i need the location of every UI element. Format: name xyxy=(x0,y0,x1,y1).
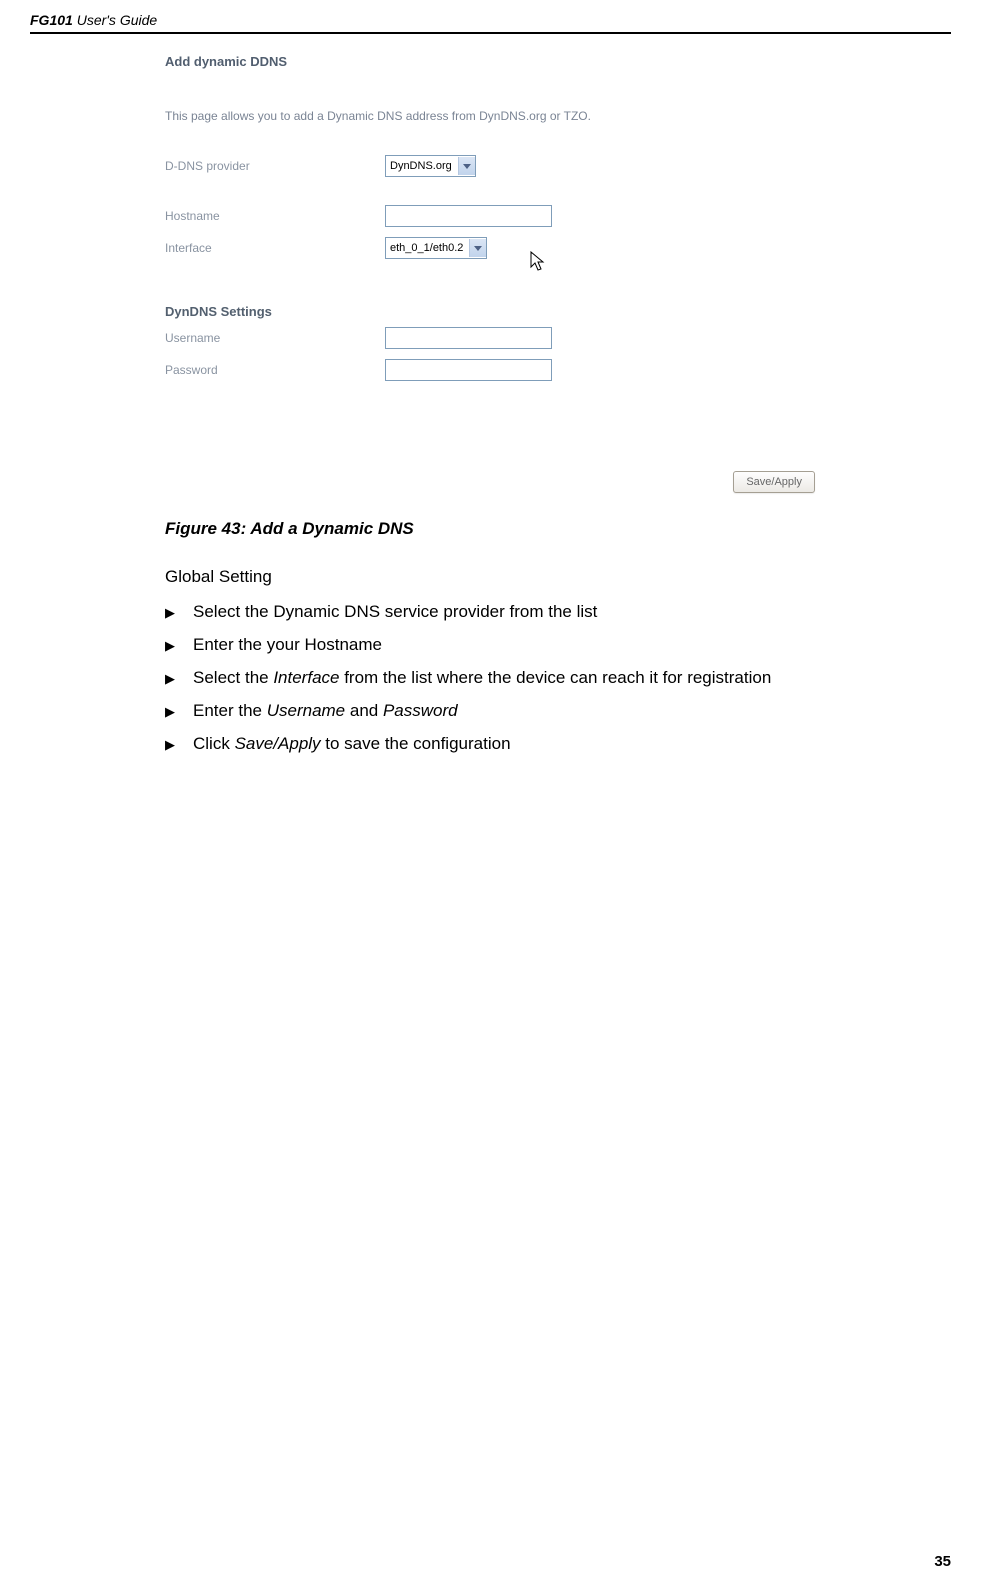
dyndns-settings-heading: DynDNS Settings xyxy=(165,304,865,319)
username-input[interactable] xyxy=(385,327,552,349)
screenshot-title: Add dynamic DDNS xyxy=(165,54,865,69)
list-item: ▶ Select the Dynamic DNS service provide… xyxy=(165,601,865,624)
username-label: Username xyxy=(165,331,385,345)
figure-caption: Figure 43: Add a Dynamic DNS xyxy=(165,519,865,539)
page-header: FG101 User's Guide xyxy=(30,12,951,34)
screenshot-description: This page allows you to add a Dynamic DN… xyxy=(165,109,865,123)
list-item: ▶ Enter the Username and Password xyxy=(165,700,865,723)
list-item: ▶ Select the Interface from the list whe… xyxy=(165,667,865,690)
list-text: Enter the Username and Password xyxy=(193,700,458,723)
instruction-list: ▶ Select the Dynamic DNS service provide… xyxy=(165,601,865,756)
provider-label: D-DNS provider xyxy=(165,159,385,173)
triangle-bullet-icon: ▶ xyxy=(165,667,193,688)
interface-select[interactable]: eth_0_1/eth0.2 xyxy=(385,237,487,259)
cursor-icon xyxy=(530,251,930,278)
list-text: Enter the your Hostname xyxy=(193,634,382,657)
triangle-bullet-icon: ▶ xyxy=(165,634,193,655)
triangle-bullet-icon: ▶ xyxy=(165,733,193,754)
save-apply-button[interactable]: Save/Apply xyxy=(733,471,815,493)
hostname-input[interactable] xyxy=(385,205,552,227)
interface-value: eth_0_1/eth0.2 xyxy=(386,242,469,254)
triangle-bullet-icon: ▶ xyxy=(165,601,193,622)
guide-title-rest: User's Guide xyxy=(73,12,157,28)
password-input[interactable] xyxy=(385,359,552,381)
global-setting-heading: Global Setting xyxy=(165,567,865,587)
list-item: ▶ Click Save/Apply to save the configura… xyxy=(165,733,865,756)
hostname-label: Hostname xyxy=(165,209,385,223)
list-item: ▶ Enter the your Hostname xyxy=(165,634,865,657)
provider-value: DynDNS.org xyxy=(386,160,458,172)
list-text: Select the Dynamic DNS service provider … xyxy=(193,601,597,624)
password-label: Password xyxy=(165,363,385,377)
provider-select[interactable]: DynDNS.org xyxy=(385,155,476,177)
triangle-bullet-icon: ▶ xyxy=(165,700,193,721)
chevron-down-icon xyxy=(469,239,486,257)
screenshot-panel: Add dynamic DDNS This page allows you to… xyxy=(165,54,865,493)
list-text: Select the Interface from the list where… xyxy=(193,667,771,690)
interface-label: Interface xyxy=(165,241,385,255)
page-number: 35 xyxy=(934,1553,951,1570)
chevron-down-icon xyxy=(458,157,475,175)
list-text: Click Save/Apply to save the configurati… xyxy=(193,733,511,756)
guide-title-bold: FG101 xyxy=(30,12,73,28)
